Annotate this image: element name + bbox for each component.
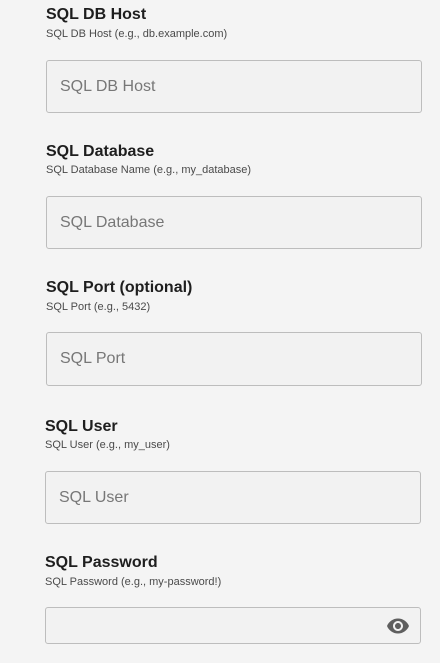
sql-port-hint: SQL Port (e.g., 5432) [46, 301, 151, 313]
sql-db-host-hint: SQL DB Host (e.g., db.example.com) [46, 28, 228, 40]
sql-password-input[interactable] [46, 608, 420, 643]
sql-port-input-box [46, 332, 422, 386]
eye-icon[interactable] [386, 614, 410, 638]
sql-port-label: SQL Port (optional) [46, 279, 193, 296]
sql-port-input[interactable] [47, 333, 421, 385]
sql-password-input-box [45, 607, 421, 644]
sql-password-label: SQL Password [45, 554, 158, 571]
sql-database-label: SQL Database [46, 143, 155, 160]
sql-password-hint: SQL Password (e.g., my-password!) [45, 576, 222, 588]
sql-database-hint: SQL Database Name (e.g., my_database) [46, 164, 252, 176]
sql-db-host-input-box [46, 60, 422, 113]
sql-user-label: SQL User [45, 418, 118, 435]
sql-database-input-box [46, 196, 422, 249]
sql-user-input-box [45, 471, 421, 524]
sql-db-host-label: SQL DB Host [46, 6, 147, 23]
sql-db-host-input[interactable] [47, 61, 421, 112]
sql-user-hint: SQL User (e.g., my_user) [45, 439, 170, 451]
sql-user-input[interactable] [46, 472, 420, 523]
sql-database-input[interactable] [47, 197, 421, 248]
sql-connection-form: SQL DB Host SQL DB Host (e.g., db.exampl… [0, 0, 440, 663]
